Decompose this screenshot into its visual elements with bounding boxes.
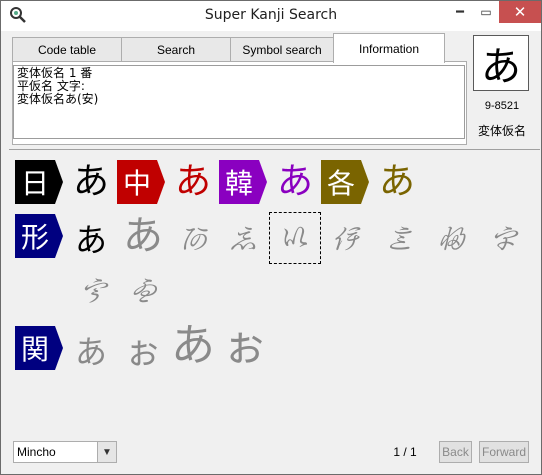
minimize-button[interactable]: ━ — [447, 1, 473, 23]
status-bar: Mincho ▼ 1 / 1 Back Forward — [1, 437, 541, 474]
maximize-button[interactable]: ▭ — [473, 1, 499, 23]
forward-button[interactable]: Forward — [479, 441, 529, 463]
related-tag-label: 関 — [20, 333, 49, 366]
variant-glyph[interactable]: 𛀌 — [119, 268, 167, 316]
form-tag-label: 形 — [20, 221, 49, 254]
variant-glyph[interactable]: 𛀊 — [479, 216, 527, 264]
title-bar: Super Kanji Search ━ ▭ ✕ — [1, 1, 541, 31]
back-button[interactable]: Back — [439, 441, 472, 463]
related-glyph[interactable]: あ — [67, 328, 115, 376]
variant-glyph[interactable]: 𛀋 — [69, 268, 117, 316]
variant-glyph[interactable]: 𛀅 — [219, 216, 267, 264]
page-indicator: 1 / 1 — [393, 445, 417, 459]
related-tag[interactable]: 関 — [15, 326, 63, 370]
variant-glyph[interactable]: 𛀉 — [427, 216, 475, 264]
font-select[interactable]: Mincho ▼ — [13, 441, 117, 463]
tab-search[interactable]: Search — [121, 37, 231, 61]
info-line: 変体仮名あ(安) — [17, 92, 99, 106]
region-tag-label: 各 — [326, 167, 355, 200]
variant-glyph[interactable]: あ — [119, 212, 167, 260]
character-code: 9-8521 — [484, 100, 520, 112]
related-glyph[interactable]: あ — [169, 322, 217, 370]
region-tag-other[interactable]: 各 — [321, 160, 369, 204]
app-window: Super Kanji Search ━ ▭ ✕ Code table Sear… — [0, 0, 542, 475]
font-select-value: Mincho — [17, 445, 56, 459]
related-glyph[interactable]: ぉ — [221, 322, 269, 370]
tab-code-table[interactable]: Code table — [12, 37, 122, 61]
information-text[interactable]: 変体仮名 1 番 平仮名 文字: 変体仮名あ(安) — [13, 65, 465, 139]
region-tag-label: 日 — [20, 167, 49, 200]
tab-information[interactable]: Information — [333, 33, 445, 63]
variant-glyph[interactable]: 𛀈 — [375, 216, 423, 264]
selected-character-preview: あ — [473, 35, 529, 91]
region-tag-china[interactable]: 中 — [117, 160, 165, 204]
glyph-korea[interactable]: あ — [271, 158, 319, 206]
close-button[interactable]: ✕ — [499, 1, 541, 23]
tab-symbol-search[interactable]: Symbol search — [230, 37, 334, 61]
character-category: 変体仮名 — [477, 124, 526, 138]
variant-glyph[interactable]: あ — [67, 216, 115, 264]
chevron-down-icon[interactable]: ▼ — [97, 442, 116, 462]
form-variants-tag[interactable]: 形 — [15, 214, 63, 258]
glyph-japan[interactable]: あ — [67, 158, 115, 206]
variant-glyph[interactable]: 𛀇 — [321, 216, 369, 264]
region-tag-label: 中 — [122, 167, 151, 200]
glyph-variant-area: 日 あ 中 あ 韓 あ 各 あ 形 あ あ 𛀄 𛀅 𛀆 𛀇 𛀈 𛀉 𛀊 𛀋 𛀌 … — [9, 149, 540, 436]
variant-glyph[interactable]: 𛀄 — [169, 216, 217, 264]
region-tag-japan[interactable]: 日 — [15, 160, 63, 204]
related-glyph[interactable]: ぉ — [119, 328, 167, 376]
glyph-other[interactable]: あ — [373, 158, 421, 206]
variant-glyph-selected[interactable]: 𛀆 — [269, 212, 321, 264]
glyph-china[interactable]: あ — [169, 158, 217, 206]
region-tag-label: 韓 — [224, 167, 253, 200]
tab-control: Code table Search Symbol search Informat… — [9, 33, 467, 145]
region-tag-korea[interactable]: 韓 — [219, 160, 267, 204]
